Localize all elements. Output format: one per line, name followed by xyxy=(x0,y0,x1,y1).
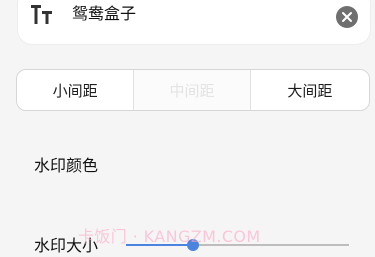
slider-fill xyxy=(126,244,193,246)
watermark-size-slider[interactable] xyxy=(126,239,349,251)
clear-icon[interactable] xyxy=(336,6,358,28)
slider-thumb[interactable] xyxy=(186,239,199,251)
watermark-text-input[interactable]: 鸳鸯盒子 xyxy=(18,0,370,44)
watermark-size-label: 水印大小 xyxy=(34,236,99,255)
small-spacing-button[interactable]: 小间距 xyxy=(17,70,135,110)
large-spacing-button[interactable]: 大间距 xyxy=(249,70,369,110)
spacing-segmented-control[interactable]: 小间距 中间距 大间距 xyxy=(16,69,370,111)
text-size-icon xyxy=(31,5,52,24)
medium-spacing-button[interactable]: 中间距 xyxy=(134,70,250,110)
watermark-color-label: 水印颜色 xyxy=(34,156,99,175)
input-value[interactable]: 鸳鸯盒子 xyxy=(72,0,136,28)
